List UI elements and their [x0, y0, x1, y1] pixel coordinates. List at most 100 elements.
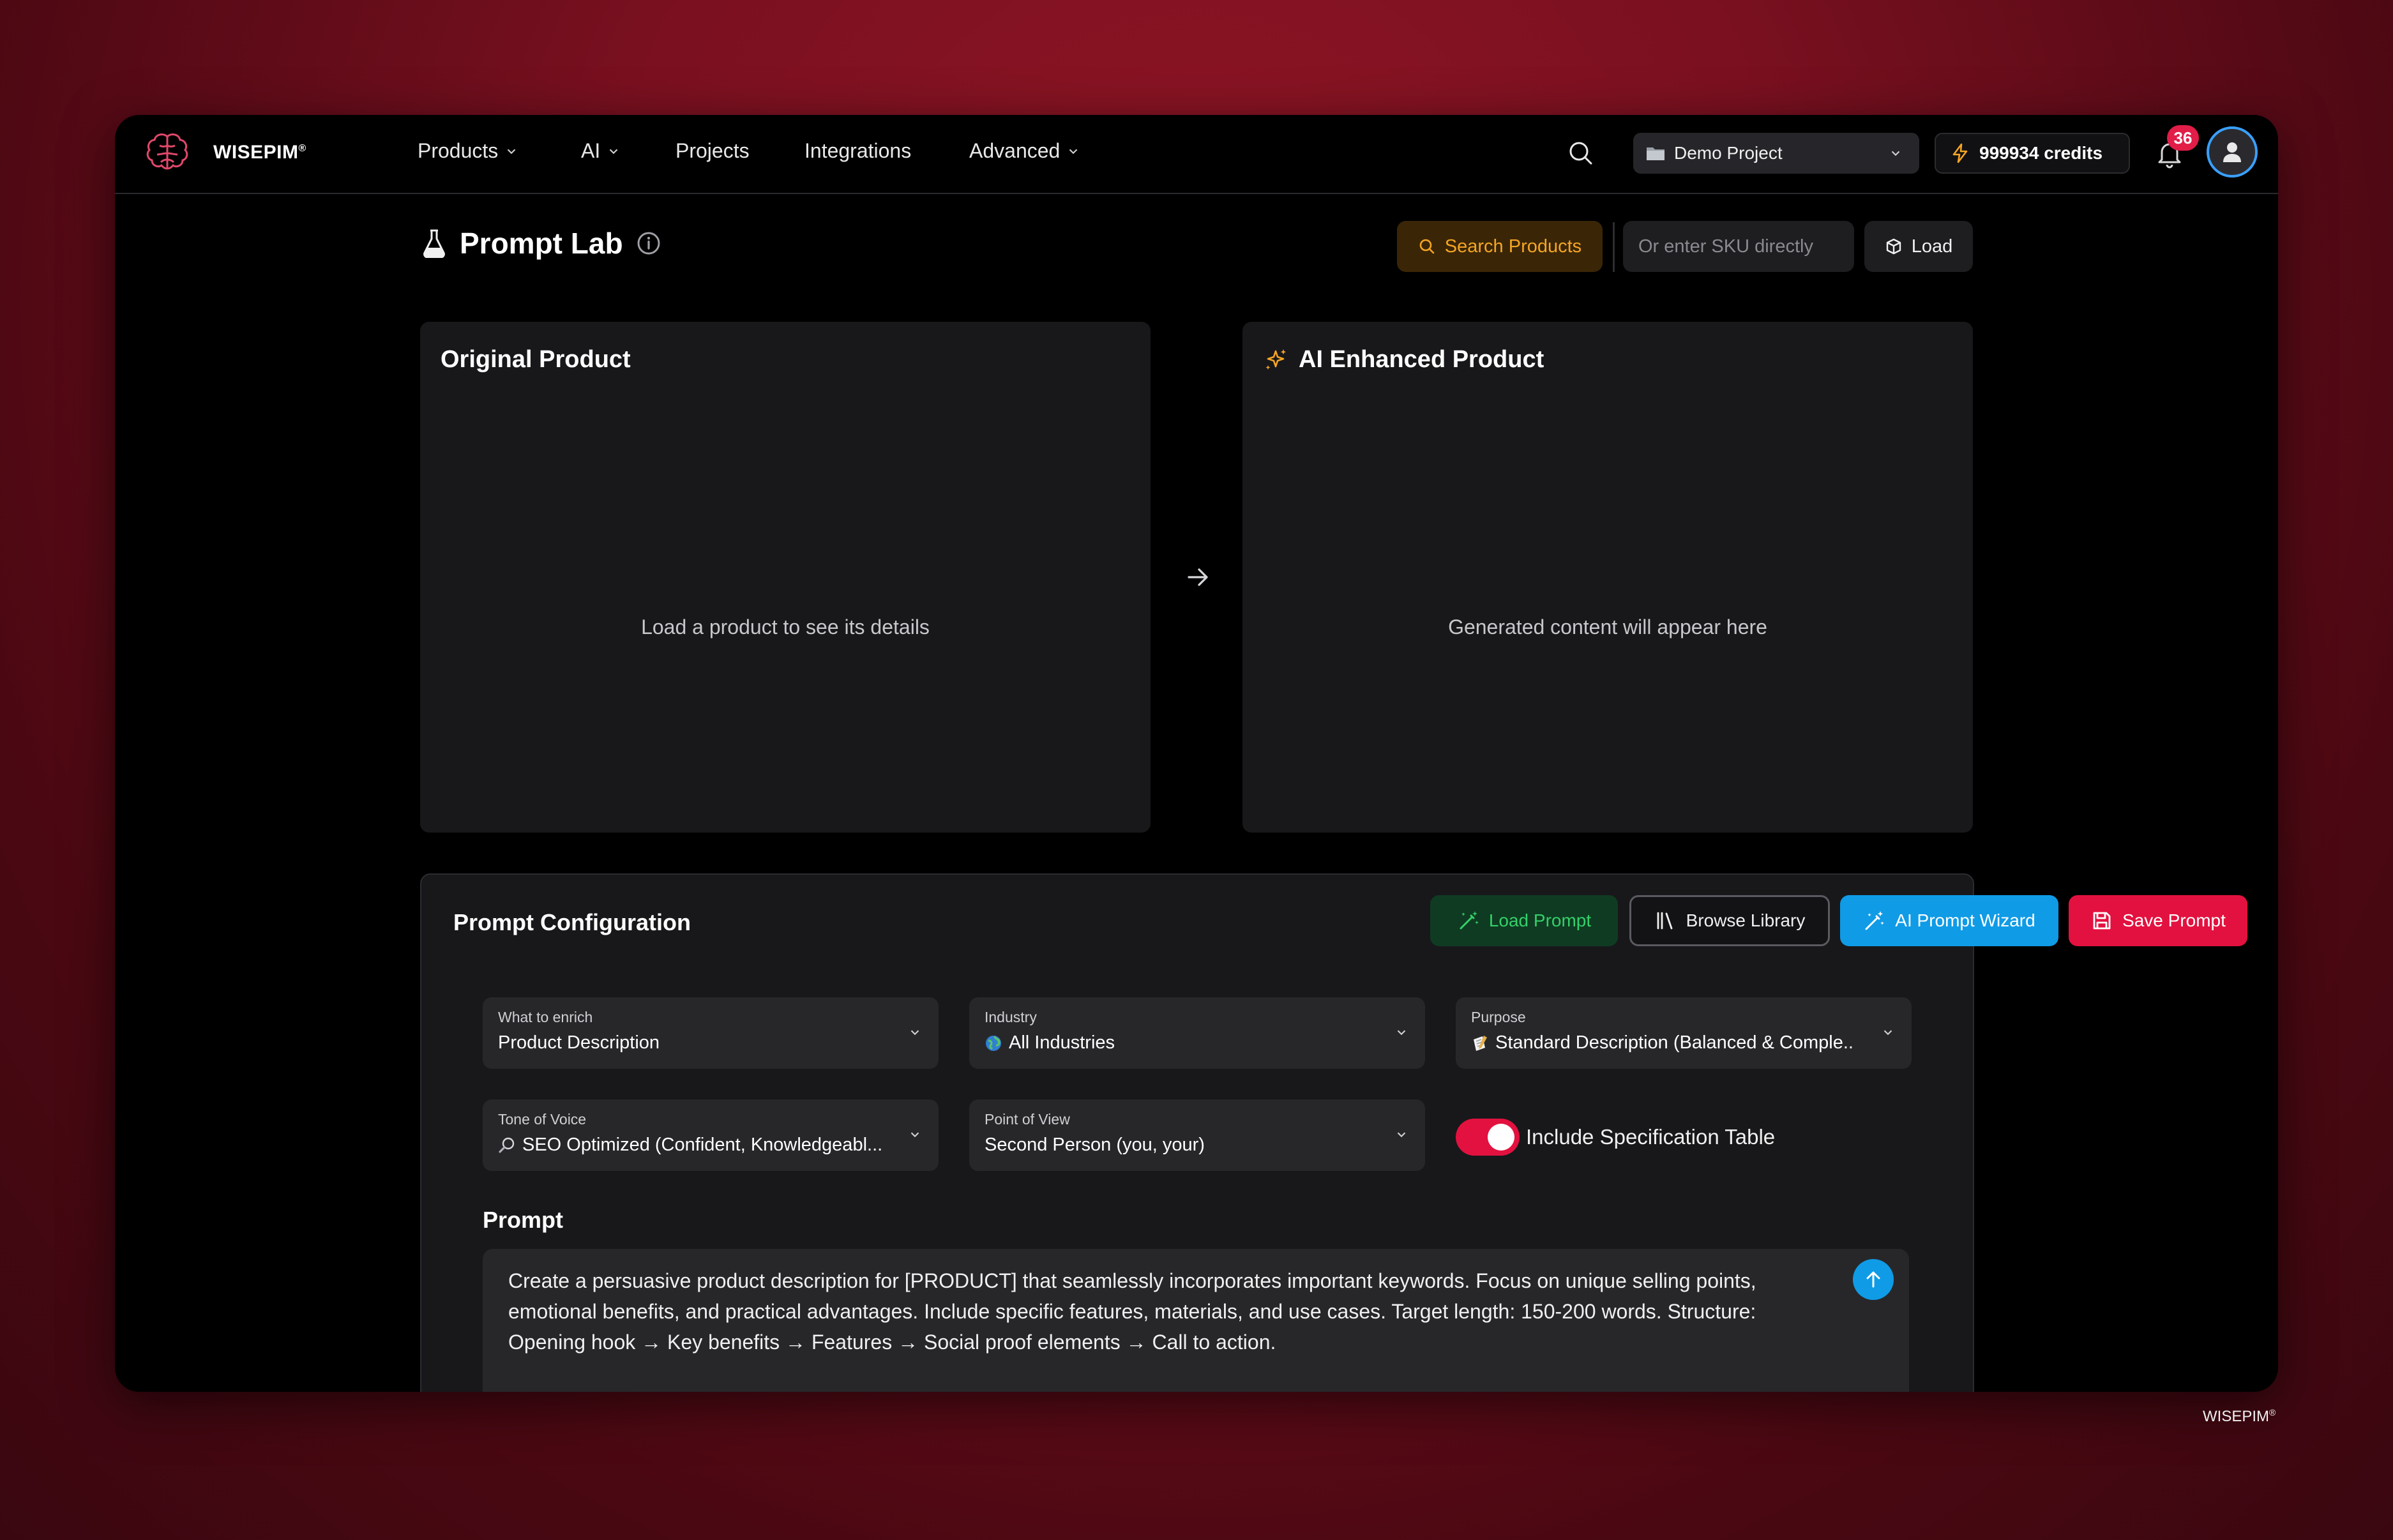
what-to-enrich-select[interactable]: What to enrich Product Description [483, 997, 939, 1069]
nav-integrations[interactable]: Integrations [804, 139, 911, 163]
tone-of-voice-label: Tone of Voice [498, 1111, 587, 1128]
user-icon [2223, 142, 2241, 162]
brand-mark: ® [298, 143, 306, 154]
search-products-button[interactable]: Search Products [1397, 221, 1603, 272]
tone-of-voice-select[interactable]: Tone of Voice SEO Optimized (Confident, … [483, 1099, 939, 1171]
library-icon [1657, 912, 1673, 930]
brand-name[interactable]: WISEPIM® [213, 142, 306, 163]
info-icon[interactable] [636, 229, 661, 258]
ai-prompt-wizard-button[interactable]: AI Prompt Wizard [1840, 895, 2058, 946]
purpose-value: Standard Description (Balanced & Comple.… [1471, 1032, 1854, 1053]
arrow-up-icon [1866, 1271, 1880, 1288]
nav-advanced-label: Advanced [969, 139, 1061, 162]
footer-brand: WISEPIM® [2203, 1407, 2276, 1426]
project-select-value: Demo Project [1674, 143, 1783, 163]
chevron-down-icon [1069, 148, 1078, 154]
search-icon[interactable] [1564, 137, 1597, 170]
what-to-enrich-label: What to enrich [498, 1009, 593, 1025]
send-prompt-button[interactable] [1853, 1259, 1894, 1300]
what-to-enrich-value: Product Description [498, 1032, 881, 1053]
nav-products[interactable]: Products [418, 139, 518, 163]
notification-badge: 36 [2167, 125, 2199, 151]
nav-integrations-label: Integrations [804, 139, 912, 162]
nav-ai[interactable]: AI [581, 139, 621, 163]
purpose-value-text: Standard Description (Balanced & Comple.… [1495, 1032, 1854, 1053]
search-products-label: Search Products [1444, 236, 1582, 257]
load-button[interactable]: Load [1864, 221, 1973, 272]
chevron-down-icon [1883, 1030, 1892, 1036]
magnifier-emoji-icon [499, 1137, 515, 1153]
spec-table-label: Include Specification Table [1526, 1125, 1776, 1149]
load-prompt-label: Load Prompt [1488, 910, 1592, 930]
memo-emoji-icon [1474, 1035, 1487, 1051]
brain-logo-icon[interactable] [143, 129, 192, 177]
sku-input[interactable] [1623, 221, 1854, 272]
ai-enhanced-product-empty-text: Generated content will appear here [1448, 615, 1767, 638]
chevron-down-icon [508, 148, 516, 154]
footer-brand-text: WISEPIM [2203, 1408, 2270, 1425]
original-product-card: Original Product Load a product to see i… [420, 322, 1151, 833]
header-divider [1613, 222, 1615, 272]
footer-brand-mark: ® [2269, 1407, 2276, 1417]
point-of-view-select[interactable]: Point of View Second Person (you, your) [969, 1099, 1425, 1171]
prompt-configuration-title: Prompt Configuration [453, 909, 691, 935]
chevron-down-icon [910, 1132, 919, 1138]
industry-value: All Industries [985, 1032, 1368, 1053]
folder-icon [1647, 147, 1665, 160]
magic-wand-icon [1460, 911, 1479, 930]
tone-of-voice-value: SEO Optimized (Confident, Knowledgeabl..… [498, 1135, 881, 1156]
chevron-down-icon [609, 148, 618, 154]
browse-library-label: Browse Library [1686, 910, 1806, 930]
ai-prompt-wizard-label: AI Prompt Wizard [1895, 910, 2035, 930]
purpose-label: Purpose [1471, 1009, 1526, 1025]
nav-advanced[interactable]: Advanced [969, 139, 1080, 163]
spec-table-toggle[interactable] [1456, 1119, 1520, 1156]
purpose-select[interactable]: Purpose Standard Description (Balanced &… [1456, 997, 1912, 1069]
ai-enhanced-product-card: AI Enhanced Product Generated content wi… [1242, 322, 1973, 833]
app-window: WISEPIM® Products AI Projects Integratio… [115, 115, 2278, 1392]
nav-products-label: Products [418, 139, 499, 162]
user-avatar[interactable] [2207, 126, 2258, 177]
prompt-textarea[interactable]: Create a persuasive product description … [483, 1249, 1909, 1392]
point-of-view-value: Second Person (you, your) [985, 1135, 1368, 1156]
chevron-down-icon [910, 1030, 919, 1036]
chevron-down-icon [1397, 1030, 1406, 1036]
nav-projects[interactable]: Projects [676, 139, 750, 163]
wand-sparkles-icon [1865, 911, 1885, 930]
arrow-right-icon [1188, 568, 1208, 586]
original-product-title-text: Original Product [441, 346, 631, 373]
chevron-down-icon [1397, 1132, 1406, 1138]
flask-icon [423, 229, 445, 258]
load-button-label: Load [1911, 236, 1953, 257]
project-select[interactable]: Demo Project [1633, 133, 1919, 174]
top-navbar: WISEPIM® Products AI Projects Integratio… [115, 115, 2278, 194]
lightning-icon [1952, 143, 1968, 163]
save-icon [2093, 912, 2111, 930]
industry-label: Industry [985, 1009, 1037, 1025]
save-prompt-button[interactable]: Save Prompt [2069, 895, 2247, 946]
browse-library-button[interactable]: Browse Library [1629, 895, 1830, 946]
chevron-down-icon [1891, 151, 1900, 156]
search-icon [1419, 239, 1435, 254]
original-product-title: Original Product [441, 346, 631, 374]
industry-select[interactable]: Industry All Industries [969, 997, 1425, 1069]
globe-emoji-icon [986, 1035, 1001, 1051]
nav-projects-label: Projects [676, 139, 750, 162]
credits-value: 999934 credits [1979, 143, 2103, 163]
sparkles-icon [1265, 349, 1287, 370]
brand-text: WISEPIM [213, 142, 299, 163]
page-title-text: Prompt Lab [460, 227, 623, 260]
prompt-text: Create a persuasive product description … [508, 1269, 1756, 1354]
box-icon [1886, 238, 1901, 255]
nav-ai-label: AI [581, 139, 601, 162]
credits-button[interactable]: 999934 credits [1935, 133, 2130, 174]
save-prompt-label: Save Prompt [2122, 910, 2226, 930]
ai-enhanced-product-title: AI Enhanced Product [1263, 346, 1544, 374]
page-title: Prompt Lab [421, 226, 661, 260]
toggle-knob [1488, 1124, 1514, 1151]
what-to-enrich-value-text: Product Description [498, 1032, 660, 1053]
load-prompt-button[interactable]: Load Prompt [1430, 895, 1618, 946]
tone-of-voice-value-text: SEO Optimized (Confident, Knowledgeabl..… [522, 1135, 881, 1155]
point-of-view-value-text: Second Person (you, your) [985, 1135, 1205, 1155]
original-product-empty-text: Load a product to see its details [641, 615, 930, 638]
